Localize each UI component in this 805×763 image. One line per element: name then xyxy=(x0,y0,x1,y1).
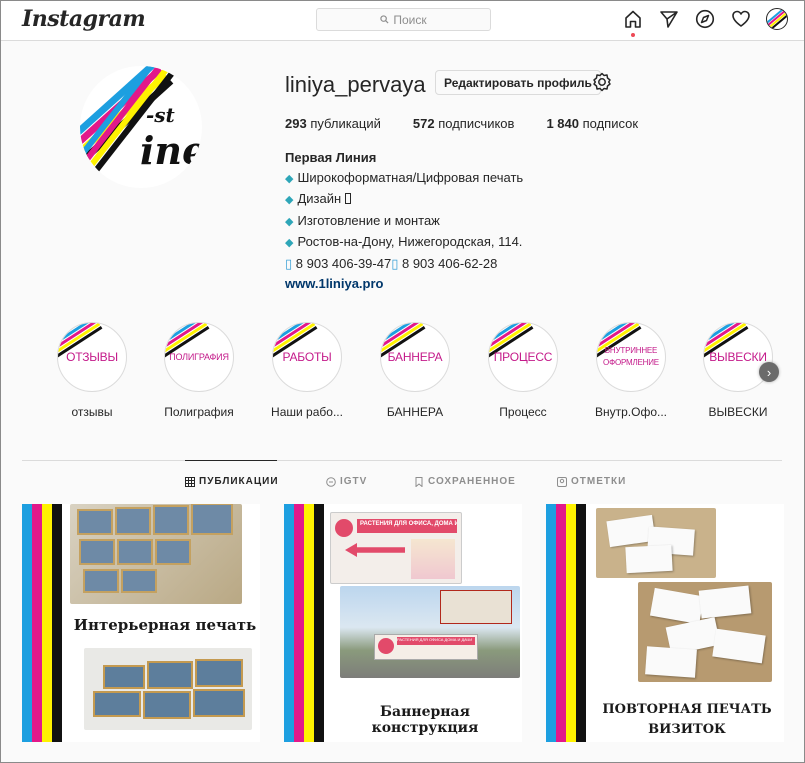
igtv-icon xyxy=(326,476,336,487)
highlight-label: Наши рабо... xyxy=(271,405,343,419)
diamond-icon: ◆ xyxy=(285,215,294,228)
tabs-divider xyxy=(22,460,782,461)
bio-line: ◆ Дизайн xyxy=(285,189,523,211)
banner-photo: РАСТЕНИЯ ДЛЯ ОФИСА, ДОМА И ДАЧИ xyxy=(330,512,462,584)
phone-icon: ▯ xyxy=(285,255,293,271)
tab-saved[interactable]: СОХРАНЕННОЕ xyxy=(414,476,516,487)
activity-icon[interactable] xyxy=(730,8,752,30)
highlight-cover-text: ПОЛИГРАФИЯ xyxy=(169,352,229,362)
post-caption-line-1: ПОВТОРНАЯ ПЕЧАТЬ xyxy=(602,702,772,717)
highlight-cover: ВНУТРИННЕЕ ОФОРМЛЕНИЕ xyxy=(596,322,666,392)
instagram-logo[interactable]: Instagram xyxy=(22,6,146,32)
profile-bio: Первая Линия ◆ Широкоформатная/Цифровая п… xyxy=(285,148,523,293)
diamond-icon: ◆ xyxy=(285,237,294,250)
bio-line: ◆ Ростов-на-Дону, Нижегородская, 114. xyxy=(285,234,523,250)
profile-full-name: Первая Линия xyxy=(285,150,377,165)
search-icon xyxy=(380,15,389,24)
logo-text-top: -st xyxy=(146,103,176,127)
profile-stats: 293 публикаций 572 подписчиков 1 840 под… xyxy=(285,116,638,131)
highlight-interior[interactable]: ВНУТРИННЕЕ ОФОРМЛЕНИЕ Внутр.Офо... xyxy=(586,322,676,419)
post-caption: Баннерная конструкция xyxy=(371,704,479,736)
highlight-cover: РАБОТЫ xyxy=(272,322,342,392)
highlight-process[interactable]: ПРОЦЕСС Процесс xyxy=(478,322,568,419)
highlight-label: Процесс xyxy=(499,405,547,419)
phone-1: 8 903 406-39-47 xyxy=(295,255,392,271)
highlight-printing[interactable]: ПОЛИГРАФИЯ Полиграфия xyxy=(154,322,244,419)
banner-text-2: РАСТЕНИЯ ДЛЯ ОФИСА ДОМА И ДАЧИ xyxy=(397,637,475,645)
profile-username: liniya_pervaya xyxy=(285,72,426,97)
tab-posts[interactable]: ПУБЛИКАЦИИ xyxy=(185,476,279,487)
banner-text: РАСТЕНИЯ ДЛЯ ОФИСА, ДОМА И ДАЧИ xyxy=(357,519,457,533)
business-cards-photo xyxy=(596,508,716,578)
highlight-cover: БАННЕРА xyxy=(380,322,450,392)
highlight-label: Внутр.Офо... xyxy=(594,405,668,419)
highlight-cover: ОТЗЫВЫ xyxy=(57,322,127,392)
diamond-icon: ◆ xyxy=(285,194,294,207)
highlight-cover-text: ВНУТРИННЕЕ ОФОРМЛЕНИЕ xyxy=(603,346,659,367)
chevron-right-icon: › xyxy=(766,364,772,380)
story-highlights: ОТЗЫВЫ отзывы ПОЛИГРАФИЯ Полиграфия РАБО… xyxy=(55,322,795,422)
highlight-label: ВЫВЕСКИ xyxy=(708,405,768,419)
phone-2: 8 903 406-62-28 xyxy=(401,255,498,271)
grid-icon xyxy=(185,476,195,487)
post-caption: ПОВТОРНАЯ ПЕЧАТЬ ВИЗИТОК xyxy=(546,700,784,740)
bookmark-icon xyxy=(415,476,423,487)
search-input[interactable]: Поиск xyxy=(316,8,491,31)
highlight-cover-text: ПРОЦЕСС xyxy=(493,350,553,364)
post-business-cards[interactable]: ПОВТОРНАЯ ПЕЧАТЬ ВИЗИТОК xyxy=(546,504,784,742)
tab-tagged[interactable]: ОТМЕТКИ xyxy=(557,476,626,487)
highlight-label: БАННЕРА xyxy=(386,405,444,419)
direct-icon[interactable] xyxy=(658,8,680,30)
posts-count: 293 публикаций xyxy=(285,116,381,131)
highlight-cover-text: РАБОТЫ xyxy=(282,350,332,364)
phone-icon: ▯ xyxy=(391,255,399,271)
settings-gear-icon[interactable] xyxy=(591,71,613,93)
home-icon[interactable] xyxy=(622,8,644,37)
post-caption: Интерьерная печать xyxy=(73,616,257,634)
highlight-label: отзывы xyxy=(71,405,113,419)
bio-line: ◆ Изготовление и монтаж xyxy=(285,212,440,228)
post-banner-construction[interactable]: РАСТЕНИЯ ДЛЯ ОФИСА, ДОМА И ДАЧИ РАСТЕНИЯ… xyxy=(284,504,522,742)
business-cards-photo-2 xyxy=(638,582,772,682)
tab-igtv[interactable]: IGTV xyxy=(326,476,367,487)
highlight-cover: ВЫВЕСКИ xyxy=(703,322,773,392)
highlight-cover-text: ОТЗЫВЫ xyxy=(66,350,118,364)
active-tab-indicator xyxy=(185,460,277,461)
highlight-works[interactable]: РАБОТЫ Наши рабо... xyxy=(262,322,352,419)
highlight-banners[interactable]: БАННЕРА БАННЕРА xyxy=(370,322,460,419)
street-photo: РАСТЕНИЯ ДЛЯ ОФИСА ДОМА И ДАЧИ xyxy=(340,586,520,678)
highlight-cover: ПОЛИГРАФИЯ xyxy=(164,322,234,392)
followers-count[interactable]: 572 подписчиков xyxy=(413,116,515,131)
logo-text-main: ine xyxy=(140,128,202,173)
search-placeholder: Поиск xyxy=(393,12,427,27)
ceiling-photo xyxy=(70,504,242,604)
profile-website-link[interactable]: www.1liniya.pro xyxy=(285,276,383,291)
bio-phones: ▯ 8 903 406-39-47▯ 8 903 406-62-28 xyxy=(285,254,523,274)
post-interior-print[interactable]: Интерьерная печать xyxy=(22,504,260,742)
following-count[interactable]: 1 840 подписок xyxy=(546,116,638,131)
tagged-icon xyxy=(557,476,567,487)
explore-icon[interactable] xyxy=(694,8,716,30)
missing-glyph-icon xyxy=(344,193,351,205)
post-caption-line-2: ВИЗИТОК xyxy=(648,722,726,737)
ceiling-photo-2 xyxy=(84,648,252,730)
top-nav: Instagram Поиск xyxy=(0,0,805,41)
diamond-icon: ◆ xyxy=(285,172,294,185)
highlight-label: Полиграфия xyxy=(164,405,234,419)
bio-line: ◆ Широкоформатная/Цифровая печать xyxy=(285,169,524,185)
highlight-cover-text: БАННЕРА xyxy=(387,350,443,364)
highlights-next-button[interactable]: › xyxy=(759,362,779,382)
highlight-cover: ПРОЦЕСС xyxy=(488,322,558,392)
profile-picture[interactable]: -st ine xyxy=(80,66,202,188)
profile-avatar[interactable] xyxy=(766,8,788,30)
highlight-reviews[interactable]: ОТЗЫВЫ отзывы xyxy=(47,322,137,419)
highlight-cover-text: ВЫВЕСКИ xyxy=(709,350,767,364)
edit-profile-button[interactable]: Редактировать профиль xyxy=(435,70,601,95)
